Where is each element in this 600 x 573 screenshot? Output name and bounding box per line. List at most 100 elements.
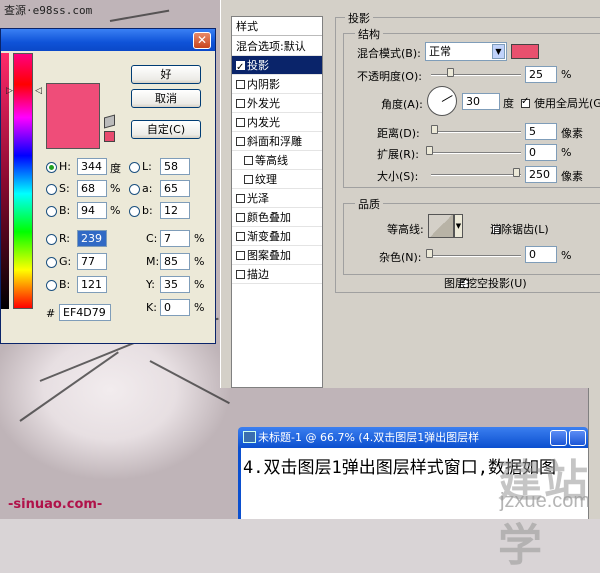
- distance-slider[interactable]: [431, 131, 521, 133]
- spread-slider-thumb[interactable]: [426, 146, 433, 155]
- k-label: K:: [146, 301, 157, 314]
- cancel-button[interactable]: 取消: [131, 89, 201, 108]
- m-field[interactable]: 85: [160, 253, 190, 270]
- c-label: C:: [146, 232, 158, 245]
- noise-slider-thumb[interactable]: [426, 249, 433, 258]
- size-field[interactable]: 250: [525, 166, 557, 183]
- size-slider[interactable]: [431, 174, 521, 176]
- ok-button[interactable]: 好: [131, 65, 201, 84]
- y-field[interactable]: 35: [160, 276, 190, 293]
- antialias-label: 消除锯齿(L): [490, 223, 549, 236]
- style-item-inner-glow[interactable]: 内发光: [232, 113, 322, 132]
- h-field[interactable]: 344: [77, 158, 107, 175]
- l-field[interactable]: 58: [160, 158, 190, 175]
- checkbox-icon[interactable]: [236, 232, 245, 241]
- h-radio[interactable]: [46, 162, 57, 173]
- noise-field[interactable]: 0: [525, 246, 557, 263]
- checkbox-icon[interactable]: [236, 80, 245, 89]
- style-item-inner-shadow[interactable]: 内阴影: [232, 75, 322, 94]
- style-item-contour[interactable]: 等高线: [232, 151, 322, 170]
- global-light-checkbox[interactable]: [521, 96, 530, 108]
- b-field[interactable]: 94: [77, 202, 107, 219]
- maximize-button[interactable]: [569, 430, 586, 446]
- size-unit: 像素: [561, 170, 583, 183]
- checkbox-icon[interactable]: [236, 213, 245, 222]
- current-color-swatch[interactable]: [46, 116, 100, 149]
- minimize-button[interactable]: [550, 430, 567, 446]
- k-field[interactable]: 0: [160, 299, 190, 316]
- a-radio[interactable]: [129, 184, 140, 195]
- a-label: a:: [142, 182, 153, 195]
- checkbox-icon[interactable]: [236, 99, 245, 108]
- m-label: M:: [146, 255, 160, 268]
- g-label: G:: [59, 255, 72, 268]
- checkbox-icon[interactable]: [236, 194, 245, 203]
- lab-b-field[interactable]: 12: [160, 202, 190, 219]
- style-item-bevel-emboss[interactable]: 斜面和浮雕: [232, 132, 322, 151]
- lab-b-label: b:: [142, 204, 153, 217]
- websafe-swatch[interactable]: [104, 131, 115, 142]
- checkbox-icon[interactable]: [236, 270, 245, 279]
- g-field[interactable]: 77: [77, 253, 107, 270]
- style-item-drop-shadow[interactable]: 投影: [232, 56, 322, 77]
- picker-titlebar: [1, 29, 215, 51]
- checkbox-icon[interactable]: [244, 175, 253, 184]
- close-icon[interactable]: ✕: [193, 32, 211, 49]
- l-radio[interactable]: [129, 162, 140, 173]
- opacity-slider-thumb[interactable]: [447, 68, 454, 77]
- checkbox-icon[interactable]: [236, 251, 245, 260]
- contour-preview[interactable]: [428, 214, 454, 238]
- hex-field[interactable]: EF4D79: [59, 304, 111, 321]
- distance-unit: 像素: [561, 127, 583, 140]
- checkbox-icon[interactable]: [236, 58, 245, 77]
- s-field[interactable]: 68: [77, 180, 107, 197]
- checkbox-icon[interactable]: [244, 156, 253, 165]
- spread-slider[interactable]: [431, 152, 521, 154]
- style-item-stroke[interactable]: 描边: [232, 265, 322, 284]
- opacity-field[interactable]: 25: [525, 66, 557, 83]
- drop-shadow-title: 投影: [345, 10, 373, 26]
- c-field[interactable]: 7: [160, 230, 190, 247]
- style-item-outer-glow[interactable]: 外发光: [232, 94, 322, 113]
- hue-slider[interactable]: [13, 53, 33, 309]
- g-radio[interactable]: [46, 257, 57, 268]
- spread-unit: %: [561, 146, 572, 159]
- s-radio[interactable]: [46, 184, 57, 195]
- r-label: R:: [59, 232, 71, 245]
- style-item-gradient-overlay[interactable]: 渐变叠加: [232, 227, 322, 246]
- style-item-label: 颜色叠加: [247, 211, 291, 224]
- k-unit: %: [194, 301, 205, 314]
- style-item-blending-options[interactable]: 混合选项:默认: [232, 37, 322, 56]
- websafe-cube-icon[interactable]: [104, 114, 115, 129]
- style-item-satin[interactable]: 光泽: [232, 189, 322, 208]
- chevron-down-icon[interactable]: ▼: [492, 44, 505, 59]
- custom-button[interactable]: 自定(C): [131, 120, 201, 139]
- style-item-color-overlay[interactable]: 颜色叠加: [232, 208, 322, 227]
- rgb-b-radio[interactable]: [46, 280, 57, 291]
- style-list: 样式 混合选项:默认 投影 内阴影 外发光 内发光 斜面和浮雕 等高线 纹理 光…: [231, 16, 323, 388]
- b-radio[interactable]: [46, 206, 57, 217]
- b-label: B:: [59, 204, 71, 217]
- distance-field[interactable]: 5: [525, 123, 557, 140]
- r-radio[interactable]: [46, 234, 57, 245]
- style-item-pattern-overlay[interactable]: 图案叠加: [232, 246, 322, 265]
- a-field[interactable]: 65: [160, 180, 190, 197]
- style-item-texture[interactable]: 纹理: [232, 170, 322, 189]
- angle-dial[interactable]: [427, 86, 457, 116]
- shadow-color-swatch[interactable]: [511, 44, 539, 59]
- lab-b-radio[interactable]: [129, 206, 140, 217]
- checkbox-icon[interactable]: [236, 137, 245, 146]
- angle-field[interactable]: 30: [462, 93, 500, 110]
- r-field[interactable]: 239: [77, 230, 107, 247]
- style-item-label: 投影: [247, 59, 269, 72]
- opacity-slider[interactable]: [431, 74, 521, 76]
- checkbox-icon[interactable]: [236, 118, 245, 127]
- size-slider-thumb[interactable]: [513, 168, 520, 177]
- chevron-down-icon[interactable]: ▼: [454, 214, 463, 238]
- spread-field[interactable]: 0: [525, 144, 557, 161]
- hue-arrow-right-icon: ◁: [35, 86, 42, 96]
- bottom-logo: -sinuao.com-: [8, 497, 103, 512]
- noise-slider[interactable]: [431, 255, 521, 257]
- distance-slider-thumb[interactable]: [431, 125, 438, 134]
- rgb-b-field[interactable]: 121: [77, 276, 107, 293]
